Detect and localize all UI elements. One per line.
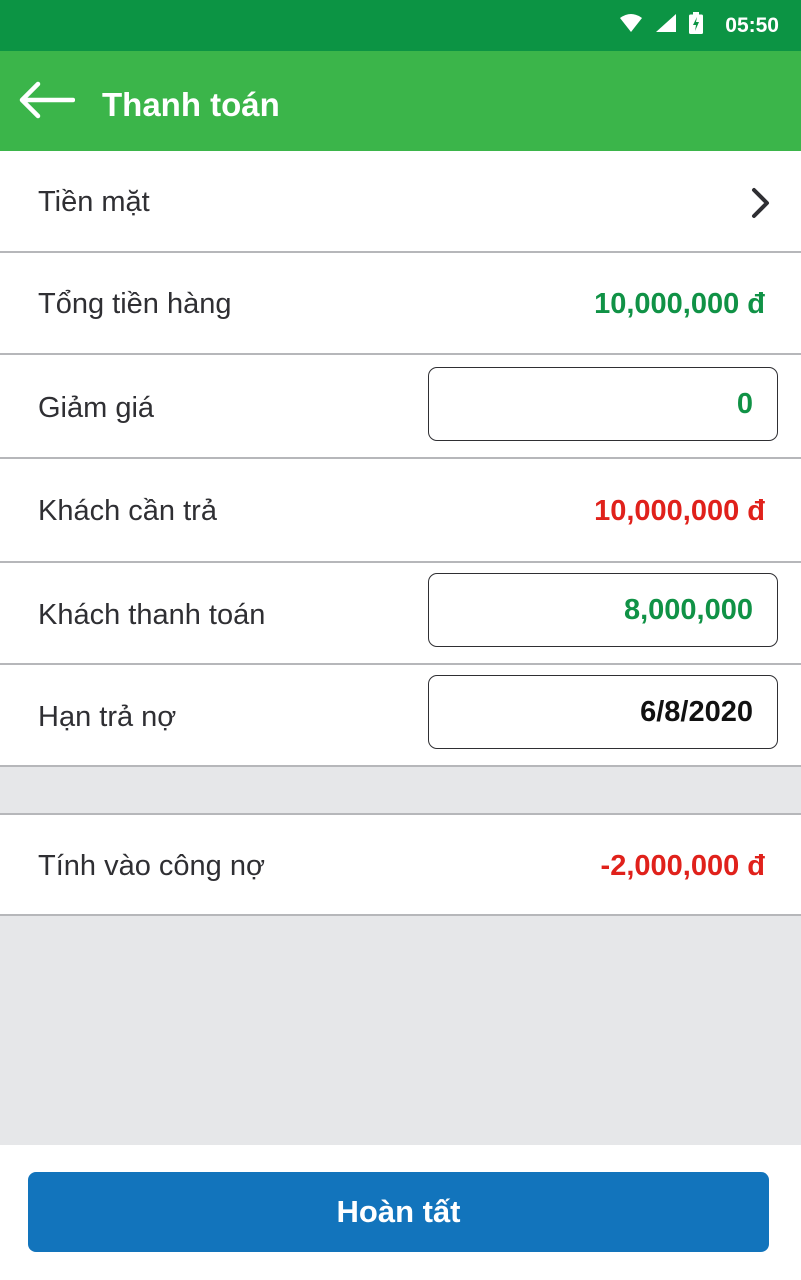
debt-value: -2,000,000 đ (600, 850, 765, 882)
status-icons: 05:50 (619, 0, 779, 51)
debt-label: Tính vào công nợ (38, 850, 265, 882)
divider (0, 765, 801, 767)
amount-due-row: Khách cần trả 10,000,000 đ (0, 459, 801, 561)
due-date-input-value: 6/8/2020 (640, 695, 753, 728)
discount-input-value: 0 (736, 387, 753, 420)
cell-signal-icon (655, 13, 677, 38)
chevron-right-icon (747, 187, 775, 219)
amount-due-label: Khách cần trả (38, 495, 217, 527)
app-bar: Thanh toán (0, 51, 801, 151)
footer: Hoàn tất (0, 1145, 801, 1280)
arrow-left-icon (17, 81, 76, 124)
subtotal-row: Tổng tiền hàng 10,000,000 đ (0, 253, 801, 353)
due-date-label: Hạn trả nợ (38, 701, 177, 733)
customer-paid-input[interactable]: 8,000,000 (428, 573, 778, 647)
status-bar: 05:50 (0, 0, 801, 51)
customer-paid-input-value: 8,000,000 (623, 593, 753, 626)
subtotal-value: 10,000,000 đ (594, 288, 765, 320)
status-time: 05:50 (725, 13, 779, 37)
due-date-row: Hạn trả nợ 6/8/2020 (0, 665, 801, 765)
debt-row: Tính vào công nợ -2,000,000 đ (0, 815, 801, 914)
discount-input[interactable]: 0 (428, 367, 778, 441)
battery-charging-icon (689, 12, 704, 39)
due-date-input[interactable]: 6/8/2020 (428, 675, 778, 749)
subtotal-label: Tổng tiền hàng (38, 288, 232, 320)
payment-method-label: Tiền mặt (38, 186, 150, 218)
customer-paid-label: Khách thanh toán (38, 599, 266, 631)
amount-due-value: 10,000,000 đ (594, 495, 765, 527)
payment-method-row[interactable]: Tiền mặt (0, 151, 801, 251)
back-button[interactable] (14, 79, 78, 125)
discount-label: Giảm giá (38, 392, 155, 424)
done-button[interactable]: Hoàn tất (28, 1172, 769, 1252)
divider (0, 914, 801, 916)
customer-paid-row: Khách thanh toán 8,000,000 (0, 563, 801, 663)
page-title: Thanh toán (102, 86, 280, 123)
discount-row: Giảm giá 0 (0, 355, 801, 457)
wifi-icon (619, 13, 643, 38)
